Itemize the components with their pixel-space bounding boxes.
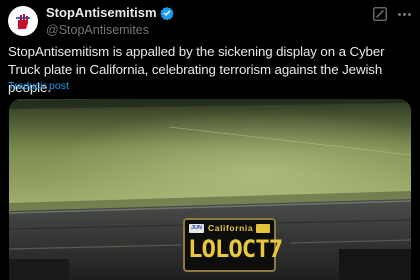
name-row: StopAntisemitism <box>46 5 174 21</box>
more-horizontal-icon[interactable] <box>394 6 414 22</box>
verified-badge-icon <box>159 6 174 20</box>
author-handle[interactable]: @StopAntisemites <box>46 22 174 38</box>
translate-post-link[interactable]: Traducir post <box>8 80 69 93</box>
plate-state-label: California <box>208 223 254 233</box>
plate-number: LOLOCT7 <box>188 235 283 263</box>
raised-hand-logo-icon <box>16 14 30 29</box>
author-block: StopAntisemitism @StopAntisemites <box>46 5 174 38</box>
grok-slash-icon[interactable] <box>373 7 387 21</box>
plate-month-sticker: JUN <box>189 224 204 233</box>
author-display-name[interactable]: StopAntisemitism <box>46 5 157 21</box>
tweet-card: StopAntisemitism @StopAntisemites StopAn… <box>0 0 420 280</box>
tweet-header: StopAntisemitism @StopAntisemites <box>8 4 174 38</box>
license-plate: JUN California LOLOCT7 <box>183 218 283 272</box>
plate-registration-sticker <box>256 224 270 233</box>
avatar[interactable] <box>8 6 38 36</box>
